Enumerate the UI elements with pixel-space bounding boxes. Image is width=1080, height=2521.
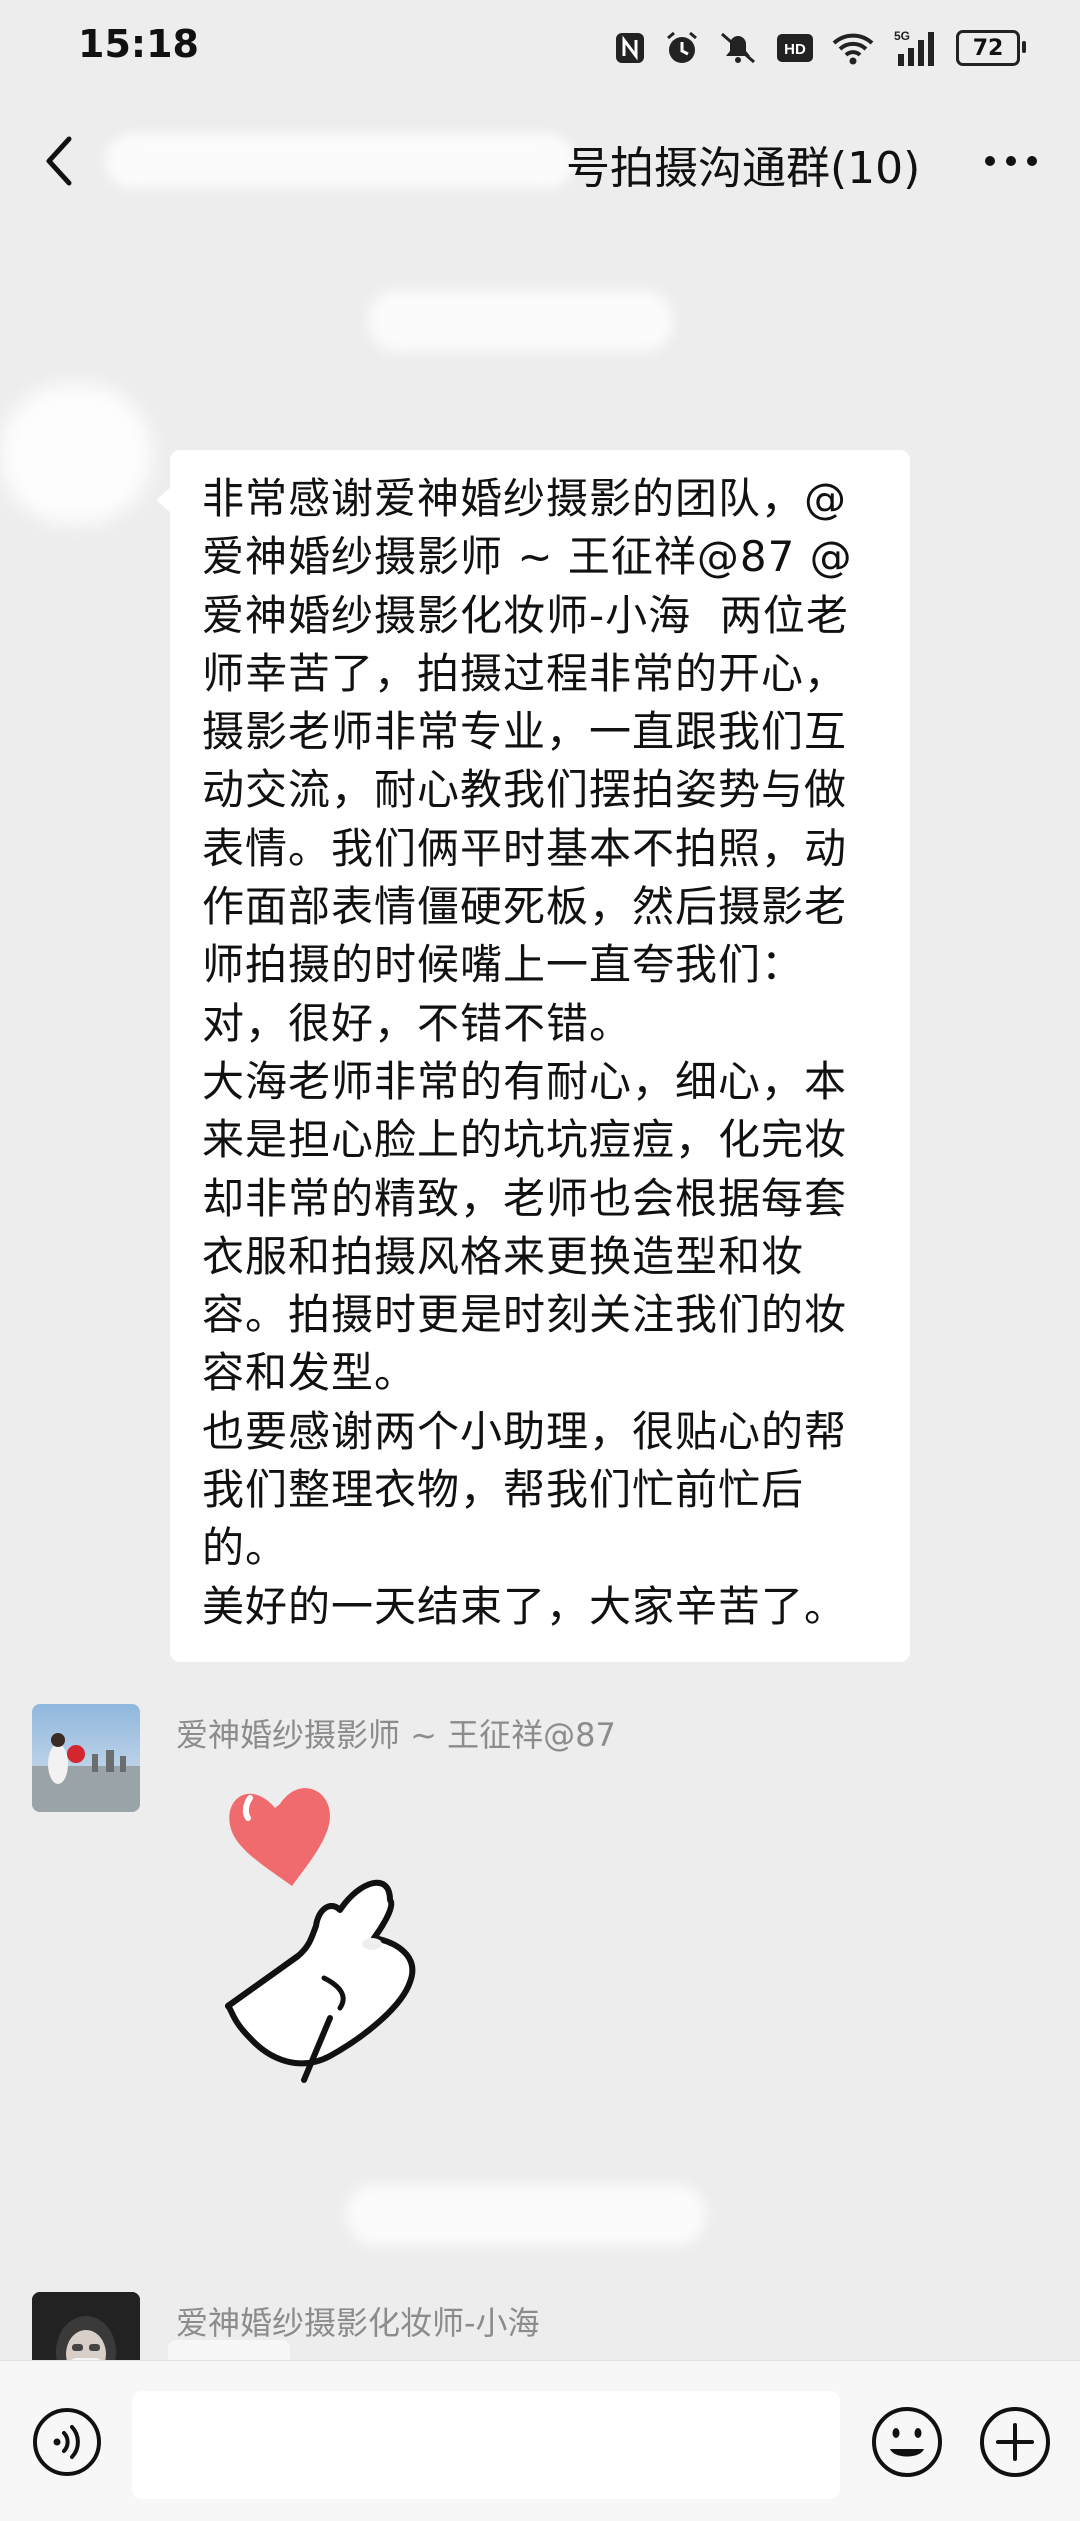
plus-button[interactable] [978,2405,1052,2479]
message-bubble[interactable]: 非常感谢爱神婚纱摄影的团队，@爱神婚纱摄影师 ~ 王征祥@87 @爱神婚纱摄影化… [170,450,910,1662]
redacted-title [105,134,575,188]
hd-icon: HD [776,33,814,63]
svg-text:HD: HD [784,41,806,58]
redacted-timestamp [346,2184,706,2246]
emoji-button[interactable] [870,2405,944,2479]
network-label: 5G [894,29,910,43]
back-button[interactable] [24,126,94,196]
chevron-left-icon [46,136,72,186]
message-input[interactable] [132,2391,840,2499]
status-time: 15:18 [78,22,199,66]
heart-hand-sticker[interactable] [220,1760,490,2100]
redacted-timestamp [368,290,673,352]
avatar[interactable] [0,384,152,524]
input-bar [0,2360,1080,2521]
more-button[interactable] [966,126,1056,196]
mute-icon [718,30,758,66]
sender-name: 爱神婚纱摄影师 ~ 王征祥@87 [176,1716,616,1754]
emoji-icon [872,2407,942,2477]
more-horizontal-icon [985,156,1037,166]
chat-header: 号拍摄沟通群(10) [0,96,1080,226]
voice-button[interactable] [30,2405,104,2479]
chat-title: 号拍摄沟通群(10) [566,143,921,194]
battery-icon: 72 [956,30,1026,66]
alarm-icon [664,30,700,66]
sender-name: 爱神婚纱摄影化妆师-小海 [176,2304,540,2342]
status-icons: HD 5G 72 [614,22,1026,74]
voice-icon [33,2408,101,2476]
wifi-icon [832,31,874,65]
nfc-icon [614,31,646,65]
status-bar: 15:18 HD 5G 72 [0,0,1080,96]
plus-icon [980,2407,1050,2477]
signal-icon: 5G [892,28,938,68]
battery-level: 72 [972,35,1004,61]
avatar[interactable] [32,1704,140,1812]
